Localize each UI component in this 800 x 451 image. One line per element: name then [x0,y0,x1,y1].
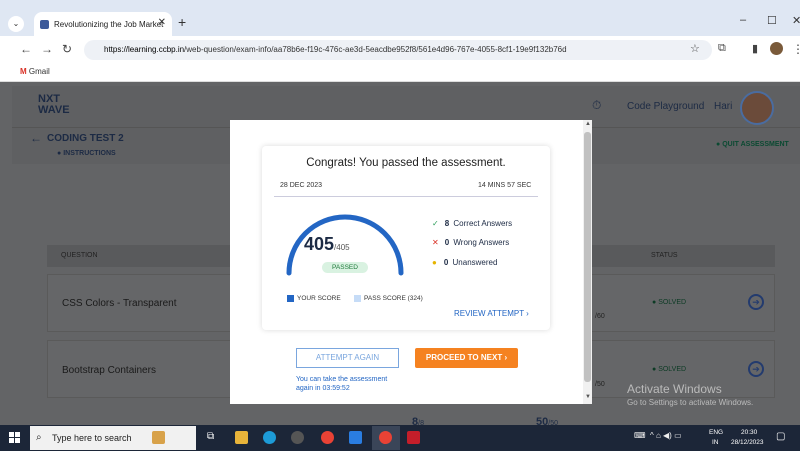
minimize-icon[interactable]: – [740,14,746,26]
back-icon[interactable]: ← [20,42,32,56]
correct-stat: ✓ 8 Correct Answers [432,219,513,228]
close-window-icon[interactable]: ✕ [792,14,800,27]
clock-date[interactable]: 28/12/2023 [731,439,764,446]
user-name: Hari [714,101,733,112]
attempt-date: 28 DEC 2023 [280,182,323,189]
congrats-heading: Congrats! You passed the assessment. [306,157,506,169]
question-name: CSS Colors - Transparent [62,298,177,309]
pass-score-swatch-icon [354,295,361,302]
nxtwave-logo: NXT WAVE [38,93,70,116]
address-bar[interactable]: https://learning.ccbp.in/web-question/ex… [84,40,712,60]
new-tab-icon[interactable]: + [178,14,186,30]
unanswered-stat: ● 0 Unanswered [432,258,498,267]
profile-avatar-icon[interactable] [770,42,783,55]
news-widget-icon[interactable] [152,431,165,444]
review-attempt-link[interactable]: REVIEW ATTEMPT › [454,309,529,318]
url-path: /web-question/exam-info/aa78b6e-f19c-476… [184,45,567,54]
notification-icon[interactable]: ▢ [776,431,785,442]
security-app-icon[interactable] [407,431,420,444]
legend-your-score: YOUR SCORE [297,295,341,302]
chrome-icon[interactable] [321,431,334,444]
extensions-icon[interactable]: ⧉ [718,42,726,55]
file-explorer-icon[interactable] [235,431,248,444]
sidepanel-icon[interactable]: ▮ [752,42,758,55]
bookmark-star-icon[interactable]: ☆ [690,42,700,55]
browser-tab[interactable]: Revolutionizing the Job Market ✕ [34,12,172,36]
modal-scroll-thumb[interactable] [584,132,591,382]
divider [274,196,538,197]
check-icon: ✓ [432,219,439,228]
your-score-swatch-icon [287,295,294,302]
cross-icon: ✕ [432,238,439,247]
timer-icon: ⏱ [592,98,602,112]
status-badge: ● SOLVED [652,299,687,306]
legend-pass-score: PASS SCORE (324) [364,295,423,302]
status-badge: ● SOLVED [652,366,687,373]
gmail-icon: M [20,67,29,76]
taskbar-search-input[interactable]: ⌕ Type here to search [30,426,196,450]
open-question-icon[interactable]: ➔ [748,294,764,310]
bookmark-gmail[interactable]: Gmail [29,67,50,76]
instructions-link[interactable]: ● INSTRUCTIONS [57,150,116,157]
url-host: https://learning.ccbp.in [104,45,185,54]
activate-windows-title: Activate Windows [627,382,722,396]
col-status: STATUS [651,252,678,259]
scroll-up-icon[interactable]: ▲ [585,121,591,127]
row-score: /50 [595,381,605,388]
site-favicon-icon [40,19,49,29]
tab-search-button[interactable]: ⌄ [8,16,24,32]
app-icon[interactable] [291,431,304,444]
maximize-icon[interactable]: ☐ [767,14,777,27]
system-tray[interactable]: ⌨ ^ ⌂ ◀) ▭ [634,431,682,440]
attempt-again-button[interactable]: ATTEMPT AGAIN [296,348,399,368]
language-indicator[interactable]: ENG [709,429,723,436]
edge-icon[interactable] [263,431,276,444]
search-icon: ⌕ [36,432,42,443]
chrome-icon-active[interactable] [379,431,392,444]
test-title: CODING TEST 2 [47,133,124,144]
task-view-icon[interactable]: ⧉ [207,431,220,444]
reload-icon[interactable]: ↻ [62,42,72,56]
code-playground-link[interactable]: Code Playground [627,101,704,112]
retake-hint-line2: again in 03:59:52 [296,385,350,392]
windows-start-icon[interactable] [9,432,20,443]
back-arrow-icon[interactable]: ← [30,131,42,145]
wrong-stat: ✕ 0 Wrong Answers [432,238,510,247]
proceed-to-next-button[interactable]: PROCEED TO NEXT › [415,348,518,368]
question-name: Bootstrap Containers [62,365,156,376]
forward-icon[interactable]: → [41,42,53,56]
retake-hint-line1: You can take the assessment [296,376,388,383]
passed-badge: PASSED [322,262,368,273]
store-icon[interactable] [349,431,362,444]
attempt-duration: 14 MINS 57 SEC [478,182,532,189]
row-score: /60 [595,313,605,320]
close-tab-icon[interactable]: ✕ [158,17,166,28]
language-region[interactable]: IN [712,439,719,446]
scroll-down-icon[interactable]: ▼ [585,394,591,400]
activate-windows-sub: Go to Settings to activate Windows. [627,398,754,407]
score-value: 405/405 [304,234,350,254]
chevron-right-icon: › [504,353,508,362]
browser-menu-icon[interactable]: ⋮ [792,42,800,56]
col-question: QUESTION [61,252,98,259]
chevron-right-icon: › [526,309,529,318]
clock-time[interactable]: 20:30 [741,429,757,436]
dot-icon: ● [432,258,437,267]
tab-title: Revolutionizing the Job Market [54,19,164,29]
avatar[interactable] [740,91,774,125]
bookmarks-bar: M Gmail [0,64,800,82]
quit-assessment-button[interactable]: ● QUIT ASSESSMENT [716,141,789,148]
open-question-icon[interactable]: ➔ [748,361,764,377]
